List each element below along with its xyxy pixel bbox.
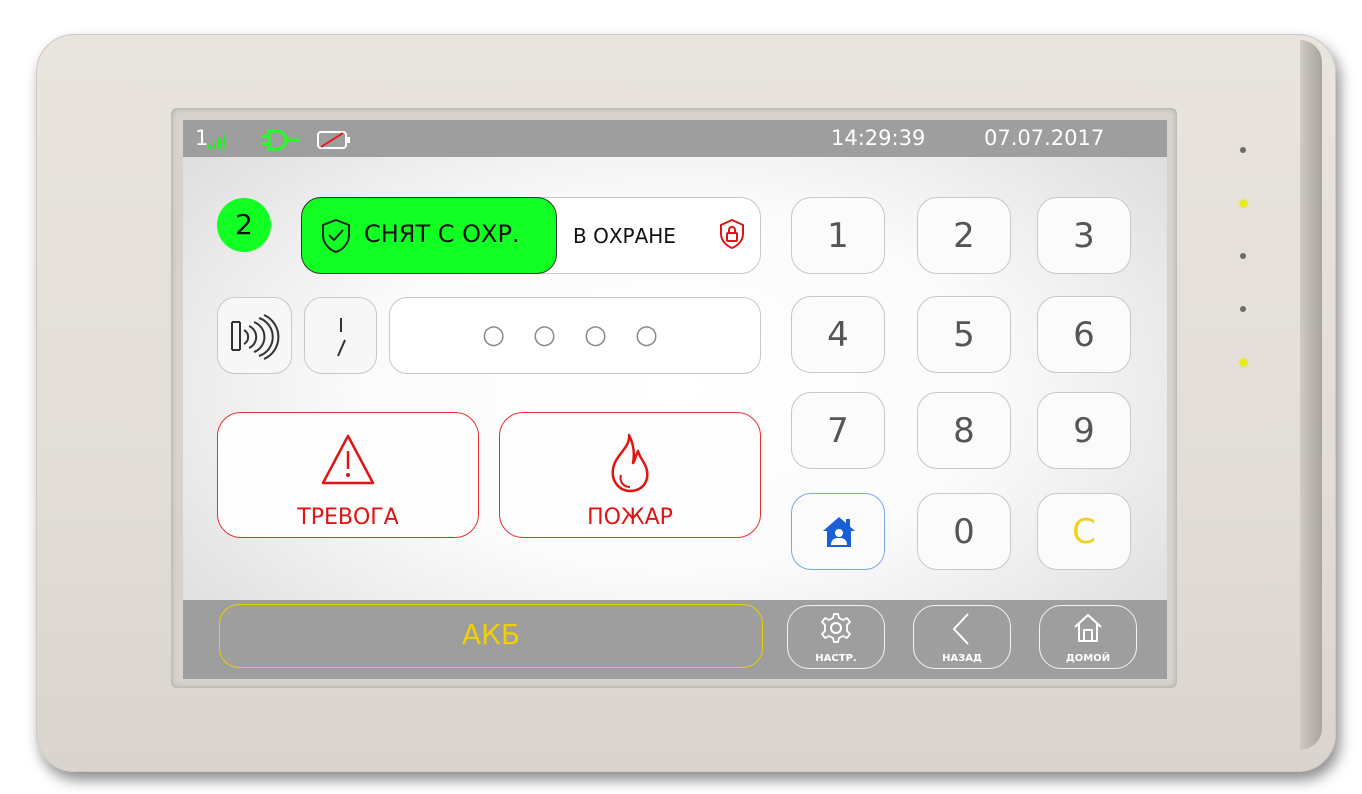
arm-mode-toggle[interactable]: СНЯТ С ОХР. В ОХРАНЕ [301, 197, 761, 274]
alarm-button[interactable]: ТРЕВОГА [217, 412, 479, 538]
code-entry-field[interactable]: ○ ○ ○ ○ [389, 297, 761, 374]
output-switch-button[interactable] [304, 297, 377, 374]
keypad-key-0[interactable]: 0 [917, 493, 1011, 570]
clock-time: 14:29:39 [831, 126, 926, 150]
status-bar: 1 14:29:39 07.07.2017 [183, 120, 1167, 157]
keypad-key-8[interactable]: 8 [917, 392, 1011, 469]
home-button[interactable]: ДОМОЙ [1039, 605, 1137, 669]
disarmed-button[interactable]: СНЯТ С ОХР. [301, 197, 557, 274]
house-icon [1074, 613, 1102, 642]
clock-date: 07.07.2017 [984, 126, 1105, 150]
bottom-nav-bar: АКБ НАСТР. НАЗАД ДОМОЙ [183, 600, 1167, 679]
back-label: НАЗАД [942, 653, 982, 664]
settings-label: НАСТР. [815, 653, 857, 664]
alarm-label: ТРЕВОГА [297, 505, 399, 530]
rfid-icon [231, 314, 280, 360]
chevron-left-icon [952, 613, 969, 645]
keypad-key-3[interactable]: 3 [1037, 197, 1131, 274]
shield-check-icon [322, 218, 350, 254]
home-mode-key[interactable] [791, 493, 885, 570]
switch-icon [337, 318, 346, 357]
keypad-key-9[interactable]: 9 [1037, 392, 1131, 469]
battery-status-button[interactable]: АКБ [219, 604, 763, 668]
gear-icon [821, 613, 851, 643]
led-indicator-4 [1240, 306, 1246, 312]
led-indicator-3 [1240, 253, 1246, 259]
keypad-key-4[interactable]: 4 [791, 296, 885, 373]
keypad-key-1[interactable]: 1 [791, 197, 885, 274]
keypad-key-5[interactable]: 5 [917, 296, 1011, 373]
power-plug-icon [261, 129, 299, 151]
armed-label[interactable]: В ОХРАНЕ [573, 224, 676, 248]
home-label: ДОМОЙ [1065, 653, 1111, 664]
led-indicator-5 [1240, 359, 1247, 366]
disarmed-label: СНЯТ С ОХР. [364, 220, 520, 248]
back-button[interactable]: НАЗАД [913, 605, 1011, 669]
warning-icon [321, 434, 375, 485]
fire-button[interactable]: ПОЖАР [499, 412, 761, 538]
rfid-button[interactable] [217, 297, 292, 374]
led-indicator-1 [1240, 147, 1246, 153]
touch-screen: 1 14:29:39 07.07.2017 2 СНЯТ С ОХР. В ОХ… [183, 120, 1167, 679]
clear-key[interactable]: C [1037, 493, 1131, 570]
fire-icon [611, 433, 649, 493]
keypad-key-7[interactable]: 7 [791, 392, 885, 469]
keypad-key-2[interactable]: 2 [917, 197, 1011, 274]
settings-button[interactable]: НАСТР. [787, 605, 885, 669]
partition-number[interactable]: 2 [217, 198, 271, 252]
signal-icon [208, 134, 226, 149]
panel-edge [1300, 40, 1322, 750]
lock-icon [720, 219, 744, 249]
battery-empty-icon [317, 131, 350, 149]
fire-label: ПОЖАР [587, 505, 673, 530]
led-indicator-2 [1240, 200, 1247, 207]
home-person-icon [823, 517, 855, 547]
keypad-key-6[interactable]: 6 [1037, 296, 1131, 373]
